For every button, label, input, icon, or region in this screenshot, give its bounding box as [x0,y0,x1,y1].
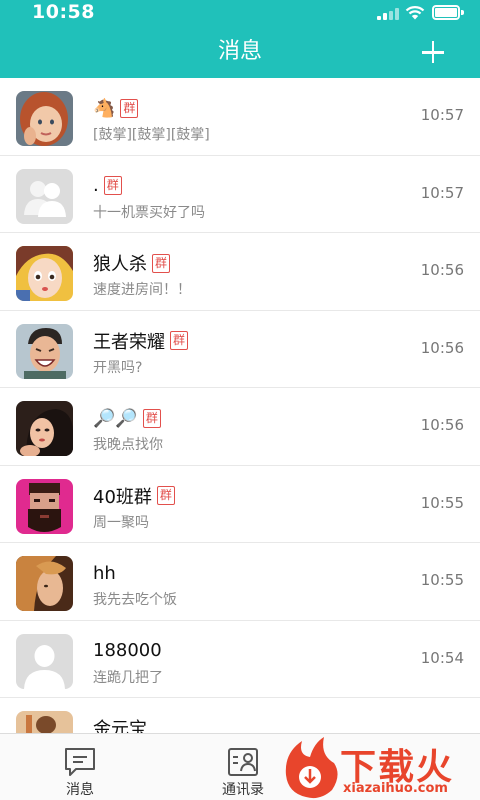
avatar [16,478,73,534]
chat-name: . [93,175,99,196]
header: 消息 [0,26,480,78]
status-time: 10:58 [32,1,95,23]
signal-icon [377,8,399,20]
chat-name: hh [93,562,116,584]
page-title: 消息 [217,39,262,64]
chat-time: 10:57 [420,106,464,124]
chat-time: 10:56 [420,338,464,357]
chat-preview: 周一聚吗 [93,514,149,531]
chat-name: 金元宝 [93,719,147,733]
chat-list: 🐴 群 [鼓掌][鼓掌][鼓掌] 10:57 . 群 十一机票买好了吗 10:5… [0,78,480,733]
group-badge: 群 [170,331,189,350]
chat-item[interactable]: 🐴 群 [鼓掌][鼓掌][鼓掌] 10:57 [0,78,480,156]
avatar [16,633,73,689]
chat-item[interactable]: 狼人杀 群 速度进房间！！ 10:56 [0,233,480,311]
app-screen: 10:58 消息 🐴 群 [鼓掌][鼓掌][鼓掌] 10:57 . 群 十一机票… [0,0,480,800]
chat-item[interactable]: . 群 十一机票买好了吗 10:57 [0,156,480,233]
avatar [16,556,73,611]
avatar [16,91,73,146]
contacts-icon [228,748,258,776]
group-badge: 群 [156,486,175,505]
chat-name: 40班群 [93,486,152,508]
group-badge: 群 [103,176,122,195]
chat-preview: 速度进房间！！ [93,282,191,298]
chat-time: 10:57 [420,183,464,202]
wifi-icon [405,6,425,20]
avatar [16,323,73,379]
chat-name: 🐴 [93,97,116,119]
message-icon [65,748,95,776]
avatar [16,246,73,301]
chat-preview: 十一机票买好了吗 [93,204,205,221]
chat-preview: 我先去吃个饭 [93,592,177,608]
chat-time: 10:55 [420,493,464,512]
chat-time: 10:54 [420,648,464,667]
chat-preview: 连跪几把了 [93,669,163,686]
tab-label: 消息 [66,782,94,798]
chat-preview: 我晚点找你 [93,437,163,453]
battery-icon [432,5,464,20]
chat-item[interactable]: 金元宝 [0,698,480,733]
chat-name: 王者荣耀 [93,331,165,353]
chat-time: 10:56 [420,416,464,434]
avatar [16,401,73,456]
chat-item[interactable]: 188000 连跪几把了 10:54 [0,621,480,698]
chat-item[interactable]: 🔎🔎 群 我晚点找你 10:56 [0,388,480,466]
group-badge: 群 [142,408,161,428]
chat-item[interactable]: 王者荣耀 群 开黑吗? 10:56 [0,311,480,388]
chat-preview: [鼓掌][鼓掌][鼓掌] [93,127,210,143]
chat-name: 188000 [93,640,162,661]
chat-item[interactable]: 40班群 群 周一聚吗 10:55 [0,466,480,543]
chat-name: 🔎🔎 [93,407,138,429]
group-badge: 群 [120,98,139,118]
chat-time: 10:56 [420,261,464,279]
avatar [16,711,73,733]
status-bar: 10:58 [0,0,480,26]
avatar [16,168,73,224]
chat-name: 狼人杀 [93,254,147,275]
group-badge: 群 [152,253,171,273]
tab-messages[interactable]: 消息 [20,734,140,800]
add-button[interactable] [413,32,453,72]
chat-time: 10:55 [420,571,464,589]
chat-preview: 开黑吗? [93,359,143,376]
watermark-url: xiazaihuo.com [343,781,448,796]
chat-item[interactable]: hh 我先去吃个饭 10:55 [0,543,480,621]
